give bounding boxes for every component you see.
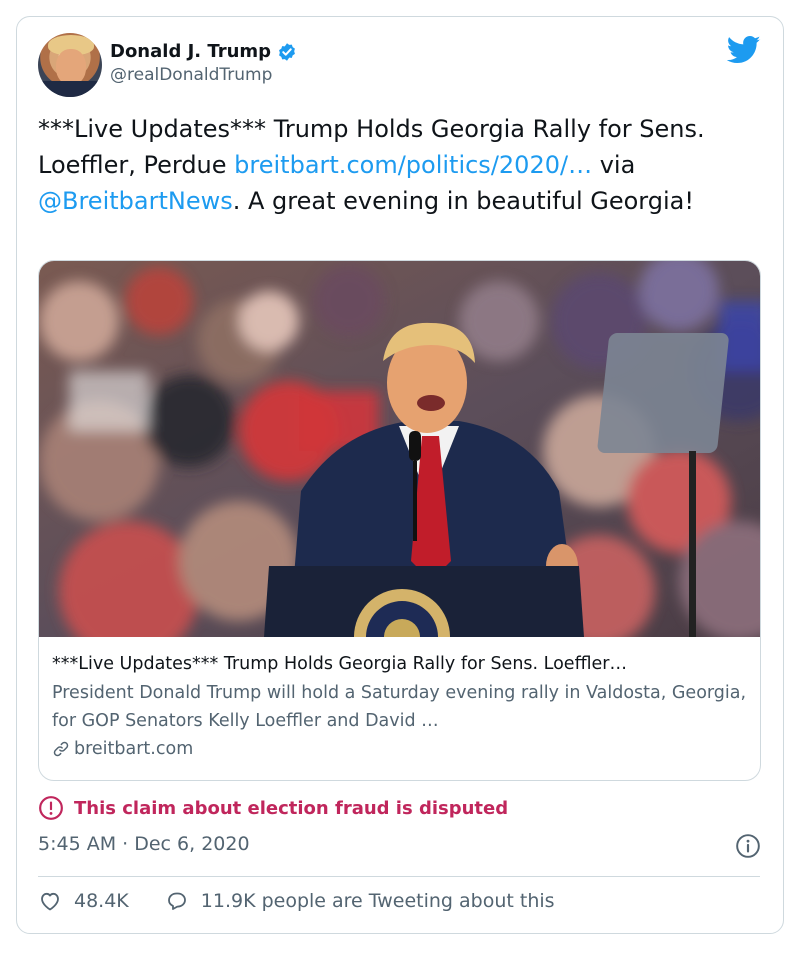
warning-circle-icon xyxy=(39,796,63,820)
tweet-card: Donald J. Trump @realDonaldTrump ***Live… xyxy=(16,16,784,934)
disputed-claim-text[interactable]: This claim about election fraud is dispu… xyxy=(74,798,508,819)
mention-link[interactable]: @BreitbartNews xyxy=(38,187,233,215)
like-button[interactable]: 48.4K xyxy=(38,889,129,913)
tweet-text-via: via xyxy=(592,151,643,179)
author-name-row: Donald J. Trump xyxy=(110,41,297,62)
disputed-claim-label[interactable]: This claim about election fraud is dispu… xyxy=(38,795,508,821)
twitter-bird-icon[interactable] xyxy=(727,35,761,65)
info-icon[interactable] xyxy=(735,833,761,859)
like-count: 48.4K xyxy=(74,890,129,912)
link-preview-domain-text: breitbart.com xyxy=(74,739,194,759)
link-preview-title: ***Live Updates*** Trump Holds Georgia R… xyxy=(52,654,627,674)
link-preview-domain: breitbart.com xyxy=(52,735,752,763)
tweet-actions: 48.4K 11.9K people are Tweeting about th… xyxy=(38,889,555,913)
tweet-text: ***Live Updates*** Trump Holds Georgia R… xyxy=(38,111,758,219)
avatar[interactable] xyxy=(38,33,102,97)
link-preview-card[interactable]: ***Live Updates*** Trump Holds Georgia R… xyxy=(38,260,761,781)
link-preview-image[interactable] xyxy=(39,261,760,637)
link-icon xyxy=(53,741,69,757)
link-preview-meta: ***Live Updates*** Trump Holds Georgia R… xyxy=(52,651,752,763)
author-name[interactable]: Donald J. Trump xyxy=(110,41,271,62)
author-handle[interactable]: @realDonaldTrump xyxy=(110,65,272,85)
reply-bubble-icon xyxy=(167,892,186,910)
link-preview-description: President Donald Trump will hold a Satur… xyxy=(52,683,747,731)
divider xyxy=(38,876,760,877)
tweet-timestamp[interactable]: 5:45 AM · Dec 6, 2020 xyxy=(38,833,250,855)
verified-badge-icon xyxy=(279,42,295,61)
tweeting-about-button[interactable]: 11.9K people are Tweeting about this xyxy=(165,889,555,913)
tweet-link[interactable]: breitbart.com/politics/2020/… xyxy=(234,151,592,179)
heart-icon xyxy=(41,892,59,911)
tweet-text-after: . A great evening in beautiful Georgia! xyxy=(232,187,694,215)
tweeting-about-text: 11.9K people are Tweeting about this xyxy=(200,890,555,912)
